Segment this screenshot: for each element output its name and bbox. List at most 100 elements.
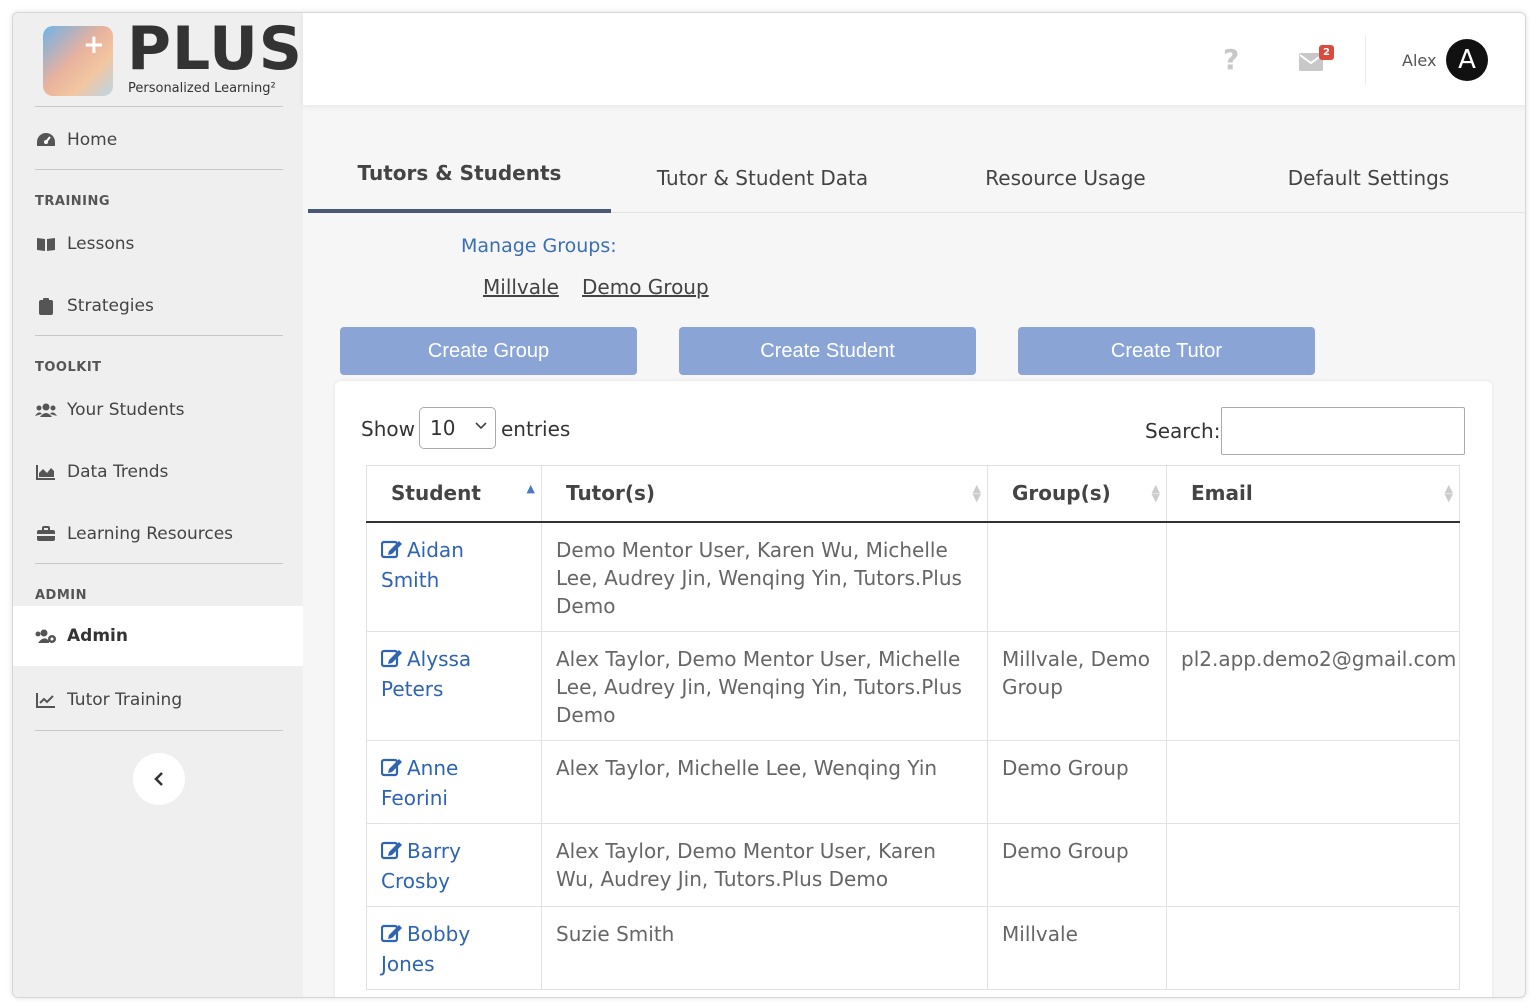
column-header-email[interactable]: Email ▲ ▼ <box>1166 465 1460 523</box>
users-icon <box>35 401 57 419</box>
edit-icon <box>380 922 403 950</box>
table-row: Alyssa Peters Alex Taylor, Demo Mentor Us… <box>366 630 1460 741</box>
sidebar-item-label: Learning Resources <box>67 524 234 544</box>
show-label: Show <box>361 417 415 441</box>
avatar[interactable]: A <box>1446 39 1488 81</box>
sidebar-item-strategies[interactable]: Strategies <box>13 276 303 336</box>
group-link-millvale[interactable]: Millvale <box>483 275 559 299</box>
column-header-label: Email <box>1191 481 1253 506</box>
sidebar: + PLUS Personalized Learning² Home TRAIN… <box>13 13 303 997</box>
sort-icon: ▲ ▼ <box>972 482 981 504</box>
sidebar-item-label: Tutor Training <box>67 690 183 710</box>
column-header-tutors[interactable]: Tutor(s) ▲ ▼ <box>541 465 988 523</box>
sidebar-item-tutor-training[interactable]: Tutor Training <box>13 670 303 730</box>
top-header: ? 2 Alex A <box>303 13 1525 105</box>
create-group-button[interactable]: Create Group <box>340 327 637 375</box>
table-row: Aidan Smith Demo Mentor User, Karen Wu, M… <box>366 521 1460 632</box>
book-icon <box>35 235 57 253</box>
chevron-down-icon <box>475 418 487 434</box>
create-tutor-button[interactable]: Create Tutor <box>1018 327 1315 375</box>
student-edit-link[interactable]: Barry Crosby <box>380 839 461 893</box>
edit-icon <box>380 839 403 867</box>
cell-tutors: Alex Taylor, Demo Mentor User, Michelle … <box>541 630 988 741</box>
sidebar-item-lessons[interactable]: Lessons <box>13 214 303 274</box>
sidebar-item-label: Your Students <box>67 400 185 420</box>
dashboard-icon <box>35 131 57 149</box>
user-name[interactable]: Alex <box>1402 51 1436 70</box>
sidebar-item-admin[interactable]: Admin <box>13 606 303 666</box>
entries-select[interactable]: 10 <box>419 407 496 449</box>
sort-icon: ▲ ▼ <box>1444 482 1453 504</box>
cell-tutors: Alex Taylor, Michelle Lee, Wenqing Yin <box>541 739 988 824</box>
student-edit-link[interactable]: Alyssa Peters <box>380 647 471 701</box>
edit-icon <box>380 647 403 675</box>
brand-tagline: Personalized Learning² <box>128 81 276 96</box>
cell-student: Bobby Jones <box>366 905 542 990</box>
cell-email <box>1166 822 1460 907</box>
sidebar-item-label: Data Trends <box>67 462 169 482</box>
brand-logo[interactable]: + PLUS Personalized Learning² <box>35 19 302 107</box>
column-header-student[interactable]: Student ▲ <box>366 465 542 523</box>
tab-resource-usage[interactable]: Resource Usage <box>914 143 1217 213</box>
search-label: Search: <box>1145 419 1221 443</box>
cell-tutors: Alex Taylor, Demo Mentor User, Karen Wu,… <box>541 822 988 907</box>
brand-name: PLUS <box>127 14 304 84</box>
group-link-demo-group[interactable]: Demo Group <box>582 275 709 299</box>
student-edit-link[interactable]: Bobby Jones <box>380 922 470 976</box>
divider <box>35 335 283 336</box>
edit-icon <box>380 756 403 784</box>
sort-icon: ▲ ▼ <box>1151 482 1160 504</box>
header-divider <box>1365 35 1366 85</box>
section-training: TRAINING <box>35 194 111 209</box>
students-table: Student ▲ Tutor(s) ▲ ▼ Group(s) ▲ ▼ Email ▲ ▼ A… <box>366 465 1460 990</box>
cell-email <box>1166 905 1460 990</box>
clipboard-icon <box>35 297 57 315</box>
line-chart-icon <box>35 691 57 709</box>
cell-groups: Demo Group <box>987 739 1167 824</box>
cell-email: pl2.app.demo2@gmail.com <box>1166 630 1460 741</box>
sidebar-item-home[interactable]: Home <box>13 110 303 170</box>
sidebar-item-label: Lessons <box>67 234 135 254</box>
student-edit-link[interactable]: Anne Feorini <box>380 756 458 810</box>
sidebar-item-label: Home <box>67 130 118 150</box>
section-admin: ADMIN <box>35 588 88 603</box>
cell-tutors: Suzie Smith <box>541 905 988 990</box>
notification-badge: 2 <box>1319 45 1334 60</box>
column-header-label: Group(s) <box>1012 481 1111 506</box>
cell-groups: Demo Group <box>987 822 1167 907</box>
cell-groups <box>987 521 1167 632</box>
create-student-button[interactable]: Create Student <box>679 327 976 375</box>
chevron-left-icon <box>154 772 163 786</box>
sidebar-item-learning-resources[interactable]: Learning Resources <box>13 504 303 564</box>
sidebar-item-label: Strategies <box>67 296 154 316</box>
cell-student: Barry Crosby <box>366 822 542 907</box>
table-row: Anne Feorini Alex Taylor, Michelle Lee, W… <box>366 739 1460 824</box>
column-header-label: Tutor(s) <box>566 481 656 506</box>
table-row: Bobby Jones Suzie Smith Millvale <box>366 905 1460 990</box>
edit-icon <box>380 538 403 566</box>
cell-groups: Millvale <box>987 905 1167 990</box>
cell-email <box>1166 739 1460 824</box>
sidebar-item-data-trends[interactable]: Data Trends <box>13 442 303 502</box>
column-header-groups[interactable]: Group(s) ▲ ▼ <box>987 465 1167 523</box>
cell-student: Anne Feorini <box>366 739 542 824</box>
cell-student: Alyssa Peters <box>366 630 542 741</box>
app-window: + PLUS Personalized Learning² Home TRAIN… <box>12 12 1526 998</box>
briefcase-icon <box>35 525 57 543</box>
sidebar-item-your-students[interactable]: Your Students <box>13 380 303 440</box>
section-toolkit: TOOLKIT <box>35 360 102 375</box>
tab-tutor-student-data[interactable]: Tutor & Student Data <box>611 143 914 213</box>
column-header-label: Student <box>391 481 481 506</box>
tab-tutors-students[interactable]: Tutors & Students <box>308 143 611 213</box>
table-header-row: Student ▲ Tutor(s) ▲ ▼ Group(s) ▲ ▼ Email ▲ ▼ <box>366 465 1460 523</box>
sidebar-item-label: Admin <box>67 626 128 646</box>
cell-email <box>1166 521 1460 632</box>
sidebar-collapse-button[interactable] <box>133 753 185 805</box>
student-edit-link[interactable]: Aidan Smith <box>380 538 464 592</box>
area-chart-icon <box>35 463 57 481</box>
tab-default-settings[interactable]: Default Settings <box>1217 143 1520 213</box>
divider <box>35 169 283 170</box>
search-input[interactable] <box>1221 407 1465 455</box>
help-icon[interactable]: ? <box>1223 43 1239 76</box>
cell-student: Aidan Smith <box>366 521 542 632</box>
